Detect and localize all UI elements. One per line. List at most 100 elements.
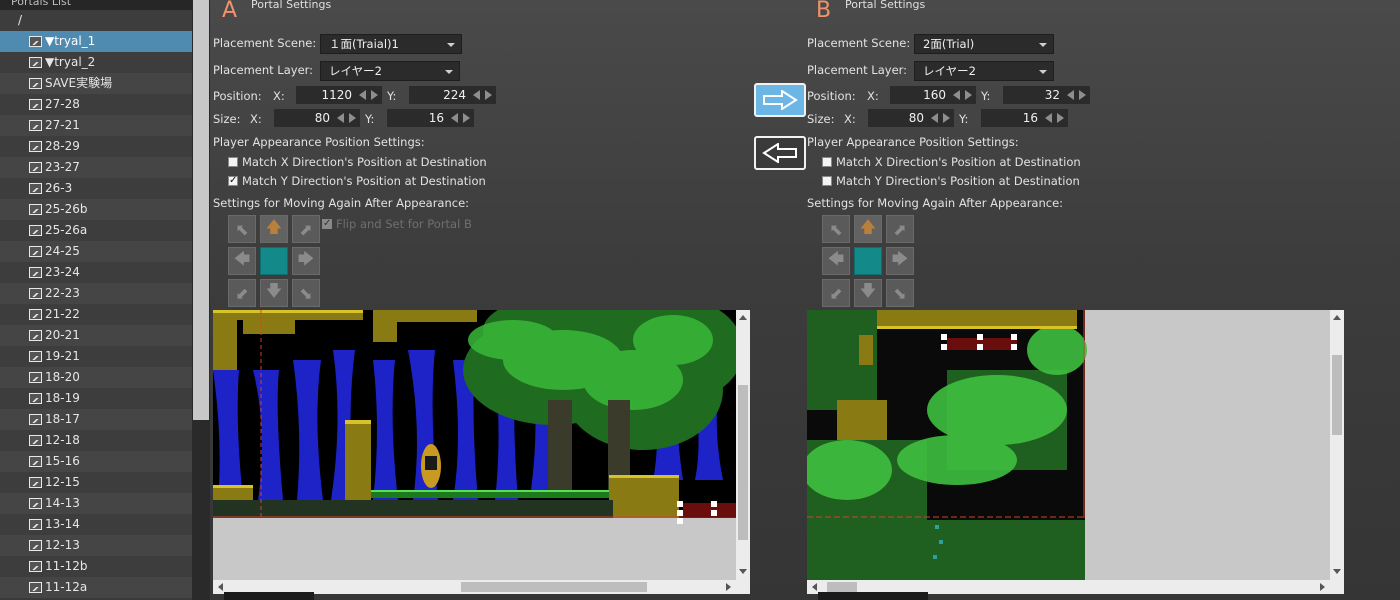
sidebar-item[interactable]: 19-21 — [0, 346, 192, 367]
decrement-icon[interactable] — [359, 90, 366, 100]
portal-a-match-x-checkbox[interactable]: Match X Direction's Position at Destinat… — [228, 155, 487, 169]
sidebar-item[interactable]: 26-3 — [0, 178, 192, 199]
sidebar-item[interactable]: 11-12a — [0, 577, 192, 598]
scroll-right-icon[interactable] — [1320, 583, 1325, 591]
scroll-right-icon[interactable] — [726, 583, 731, 591]
portal-a-position-x-input[interactable]: 1120 — [296, 86, 382, 104]
sidebar-item[interactable]: 11-12b — [0, 556, 192, 577]
portal-a-position-y-input[interactable]: 224 — [409, 86, 496, 104]
arrow-up-right-icon[interactable]: ⬈ — [886, 215, 914, 243]
arrow-up-left-icon[interactable]: ⬉ — [228, 215, 256, 243]
checkbox-box[interactable]: ✓ — [228, 176, 238, 186]
sidebar-item[interactable]: 27-28 — [0, 94, 192, 115]
portal-b-map-canvas[interactable] — [807, 310, 1330, 580]
portal-b-map-view[interactable] — [807, 310, 1344, 594]
portal-a-scene-select[interactable]: １面(Traial)1 — [320, 34, 462, 54]
copy-b-to-a-button[interactable] — [754, 136, 806, 170]
increment-icon[interactable] — [943, 113, 950, 123]
sidebar-item[interactable]: 23-27 — [0, 157, 192, 178]
increment-icon[interactable] — [463, 113, 470, 123]
scroll-up-icon[interactable] — [739, 315, 747, 320]
portal-b-position-y-input[interactable]: 32 — [1003, 86, 1090, 104]
arrow-up-icon[interactable]: 🡅 — [854, 215, 882, 243]
increment-icon[interactable] — [1079, 90, 1086, 100]
sidebar-item[interactable]: 25-26a — [0, 220, 192, 241]
copy-a-to-b-button[interactable] — [754, 83, 806, 117]
sidebar-item[interactable]: 18-17 — [0, 409, 192, 430]
center-icon[interactable] — [854, 247, 882, 275]
decrement-icon[interactable] — [473, 90, 480, 100]
sidebar-item[interactable]: 13-14 — [0, 514, 192, 535]
scroll-down-icon[interactable] — [1333, 569, 1341, 574]
sidebar-item[interactable]: 15-16 — [0, 451, 192, 472]
sidebar-item[interactable]: ▼tryal_2 — [0, 52, 192, 73]
arrow-up-right-icon[interactable]: ⬈ — [292, 215, 320, 243]
checkbox-box[interactable] — [822, 176, 832, 186]
portal-a-map-view[interactable] — [213, 310, 750, 594]
portals-list-root[interactable]: / — [0, 10, 192, 31]
increment-icon[interactable] — [485, 90, 492, 100]
arrow-down-left-icon[interactable]: ⬋ — [822, 279, 850, 307]
sidebar-item[interactable]: 18-19 — [0, 388, 192, 409]
sidebar-item[interactable]: ▼tryal_1 — [0, 31, 192, 52]
sidebar-item[interactable]: 20-21 — [0, 325, 192, 346]
increment-icon[interactable] — [1057, 113, 1064, 123]
decrement-icon[interactable] — [337, 113, 344, 123]
portal-b-layer-select[interactable]: レイヤー2 — [914, 61, 1054, 81]
arrow-up-left-icon[interactable]: ⬉ — [822, 215, 850, 243]
portal-a-layer-select[interactable]: レイヤー2 — [320, 61, 460, 81]
scroll-thumb[interactable] — [738, 385, 748, 540]
scroll-thumb[interactable] — [461, 582, 647, 592]
portal-b-match-x-checkbox[interactable]: Match X Direction's Position at Destinat… — [822, 155, 1081, 169]
portal-b-match-y-checkbox[interactable]: Match Y Direction's Position at Destinat… — [822, 174, 1080, 188]
sidebar-item[interactable]: 12-18 — [0, 430, 192, 451]
portal-a-match-y-checkbox[interactable]: ✓ Match Y Direction's Position at Destina… — [228, 174, 486, 188]
checkbox-box[interactable] — [822, 157, 832, 167]
center-icon[interactable] — [260, 247, 288, 275]
increment-icon[interactable] — [349, 113, 356, 123]
flip-set-checkbox[interactable]: ✓ Flip and Set for Portal B — [322, 217, 472, 231]
sidebar-item[interactable]: 25-26b — [0, 199, 192, 220]
decrement-icon[interactable] — [931, 113, 938, 123]
scroll-left-icon[interactable] — [218, 583, 223, 591]
portal-b-size-x-input[interactable]: 80 — [868, 109, 954, 127]
arrow-down-icon[interactable]: 🡇 — [854, 279, 882, 307]
arrow-down-right-icon[interactable]: ⬊ — [886, 279, 914, 307]
checkbox-box[interactable]: ✓ — [322, 219, 332, 229]
sidebar-item[interactable]: 21-22 — [0, 304, 192, 325]
arrow-down-left-icon[interactable]: ⬋ — [228, 279, 256, 307]
arrow-down-icon[interactable]: 🡇 — [260, 279, 288, 307]
decrement-icon[interactable] — [953, 90, 960, 100]
portal-b-scene-select[interactable]: 2面(Trial) — [914, 34, 1054, 54]
sidebar-item[interactable]: 28-29 — [0, 136, 192, 157]
sidebar-item[interactable]: 12-13 — [0, 535, 192, 556]
arrow-right-icon[interactable]: 🡆 — [292, 247, 320, 275]
arrow-down-right-icon[interactable]: ⬊ — [292, 279, 320, 307]
portal-b-map-vscroll[interactable] — [1330, 310, 1344, 594]
decrement-icon[interactable] — [1067, 90, 1074, 100]
sidebar-item[interactable]: 22-23 — [0, 283, 192, 304]
sidebar-item[interactable]: 24-25 — [0, 241, 192, 262]
sidebar-item[interactable]: 27-21 — [0, 115, 192, 136]
portal-a-size-x-input[interactable]: 80 — [274, 109, 360, 127]
portals-list-scroll-thumb[interactable] — [193, 0, 209, 420]
sidebar-item[interactable]: 14-13 — [0, 493, 192, 514]
scroll-up-icon[interactable] — [1333, 315, 1341, 320]
scroll-down-icon[interactable] — [739, 569, 747, 574]
scroll-thumb[interactable] — [1332, 355, 1342, 435]
sidebar-item[interactable]: 23-24 — [0, 262, 192, 283]
arrow-left-icon[interactable]: 🡄 — [822, 247, 850, 275]
portal-a-map-vscroll[interactable] — [736, 310, 750, 594]
portal-b-size-y-input[interactable]: 16 — [981, 109, 1068, 127]
increment-icon[interactable] — [371, 90, 378, 100]
decrement-icon[interactable] — [451, 113, 458, 123]
portal-b-position-x-input[interactable]: 160 — [890, 86, 976, 104]
scroll-thumb[interactable] — [827, 582, 857, 592]
arrow-up-icon[interactable]: 🡅 — [260, 215, 288, 243]
sidebar-item[interactable]: SAVE実験場 — [0, 73, 192, 94]
portal-a-size-y-input[interactable]: 16 — [387, 109, 474, 127]
increment-icon[interactable] — [965, 90, 972, 100]
portal-a-map-canvas[interactable] — [213, 310, 736, 580]
checkbox-box[interactable] — [228, 157, 238, 167]
decrement-icon[interactable] — [1045, 113, 1052, 123]
